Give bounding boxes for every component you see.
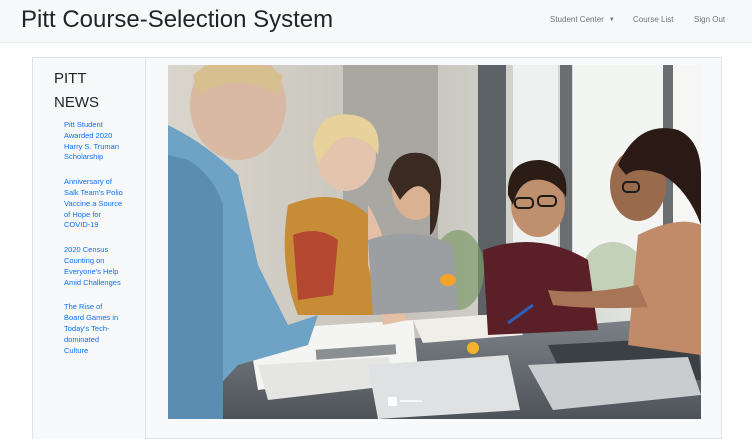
news-sidebar: PITT NEWS Pitt Student Awarded 2020 Harr… (33, 58, 146, 439)
sign-out-link[interactable]: Sign Out (694, 15, 725, 24)
brand-title[interactable]: Pitt Course-Selection System (21, 6, 333, 34)
student-center-dropdown[interactable]: Student Center ▼ (550, 15, 615, 24)
news-link-board-games[interactable]: The Rise of Board Games in Today's Tech-… (64, 302, 124, 356)
news-link-truman[interactable]: Pitt Student Awarded 2020 Harry S. Truma… (64, 120, 124, 163)
news-list: Pitt Student Awarded 2020 Harry S. Truma… (64, 120, 124, 370)
news-heading: PITT NEWS (54, 67, 114, 115)
caret-down-icon: ▼ (608, 17, 615, 23)
news-heading-line2: NEWS (54, 94, 99, 111)
main-container: PITT NEWS Pitt Student Awarded 2020 Harr… (32, 57, 722, 439)
student-center-label: Student Center (550, 15, 604, 24)
news-heading-line1: PITT (54, 70, 87, 87)
news-link-census[interactable]: 2020 Census Counting on Everyone's Help … (64, 245, 124, 288)
hero-photo-students (168, 65, 701, 419)
top-navbar: Pitt Course-Selection System Student Cen… (0, 0, 752, 43)
course-list-link[interactable]: Course List (633, 15, 673, 24)
news-link-polio[interactable]: Anniversary of Salk Team's Polio Vaccine… (64, 177, 124, 231)
students-study-illustration (168, 65, 701, 419)
